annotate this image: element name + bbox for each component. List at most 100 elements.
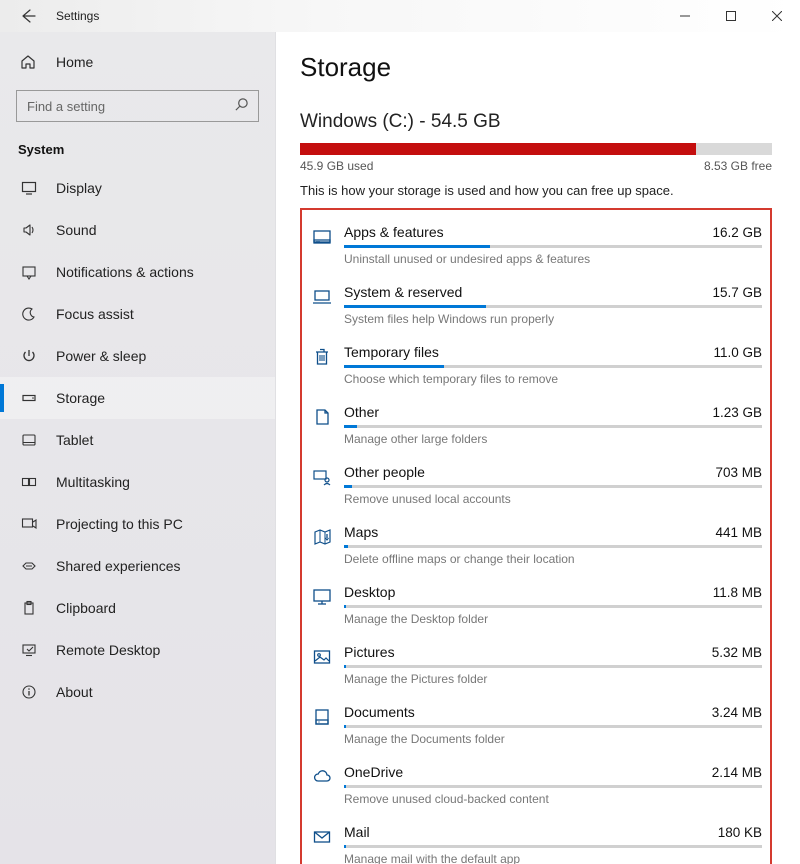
- close-button[interactable]: [754, 0, 800, 32]
- category-desc: Remove unused local accounts: [344, 492, 762, 506]
- category-temporary-files[interactable]: Temporary files11.0 GBChoose which tempo…: [308, 334, 762, 394]
- category-name: Mail: [344, 824, 370, 840]
- category-name: OneDrive: [344, 764, 403, 780]
- clipboard-icon: [20, 600, 38, 616]
- close-icon: [772, 11, 782, 21]
- back-button[interactable]: [14, 2, 42, 30]
- category-bar: [344, 665, 762, 668]
- category-name: Temporary files: [344, 344, 439, 360]
- settings-window: Settings Home: [0, 0, 800, 864]
- nav-list: Display Sound Notifications & actions Focus…: [0, 167, 275, 713]
- category-bar: [344, 845, 762, 848]
- category-bar: [344, 425, 762, 428]
- home-icon: [20, 54, 38, 70]
- category-name: Apps & features: [344, 224, 444, 240]
- category-bar-fill: [344, 545, 348, 548]
- category-onedrive[interactable]: OneDrive2.14 MBRemove unused cloud-backe…: [308, 754, 762, 814]
- category-body: Other 1.23 GB Manage other large folders: [336, 404, 762, 446]
- mail-icon: [308, 826, 336, 848]
- category-name: System & reserved: [344, 284, 462, 300]
- sidebar-item-notifications-actions[interactable]: Notifications & actions: [0, 251, 275, 293]
- other-icon: [308, 406, 336, 428]
- sidebar-section-label: System: [0, 136, 275, 167]
- sound-icon: [20, 222, 38, 238]
- category-other[interactable]: Other 1.23 GB Manage other large folders: [308, 394, 762, 454]
- notifications-icon: [20, 264, 38, 280]
- sidebar-item-about[interactable]: About: [0, 671, 275, 713]
- category-pictures[interactable]: Pictures5.32 MBManage the Pictures folde…: [308, 634, 762, 694]
- category-bar: [344, 365, 762, 368]
- sidebar-item-multitasking[interactable]: Multitasking: [0, 461, 275, 503]
- search-icon: [234, 97, 249, 112]
- map-icon: [308, 526, 336, 548]
- category-size: 16.2 GB: [712, 225, 762, 240]
- back-arrow-icon: [20, 8, 36, 24]
- sidebar-item-label: Storage: [56, 390, 105, 406]
- shared-icon: [20, 558, 38, 574]
- category-bar: [344, 725, 762, 728]
- category-desc: Manage mail with the default app: [344, 852, 762, 864]
- category-documents[interactable]: Documents3.24 MBManage the Documents fol…: [308, 694, 762, 754]
- sidebar-item-sound[interactable]: Sound: [0, 209, 275, 251]
- category-desktop[interactable]: Desktop 11.8 MB Manage the Desktop folder: [308, 574, 762, 634]
- category-desc: Manage the Desktop folder: [344, 612, 762, 626]
- sidebar-item-shared-experiences[interactable]: Shared experiences: [0, 545, 275, 587]
- category-size: 1.23 GB: [712, 405, 762, 420]
- search-input[interactable]: [16, 90, 259, 122]
- people-icon: [308, 466, 336, 488]
- category-bar-fill: [344, 485, 352, 488]
- category-bar-fill: [344, 725, 346, 728]
- category-name: Desktop: [344, 584, 395, 600]
- category-name: Other: [344, 404, 379, 420]
- sidebar-item-power-sleep[interactable]: Power & sleep: [0, 335, 275, 377]
- window-title: Settings: [56, 9, 99, 23]
- category-bar-fill: [344, 245, 490, 248]
- category-other-people[interactable]: Other people703 MBRemove unused local ac…: [308, 454, 762, 514]
- category-bar-fill: [344, 785, 346, 788]
- category-desc: Delete offline maps or change their loca…: [344, 552, 762, 566]
- category-apps-features[interactable]: Apps & features16.2 GBUninstall unused o…: [308, 214, 762, 274]
- search-box: [16, 90, 259, 122]
- sidebar-item-label: Notifications & actions: [56, 264, 194, 280]
- category-bar: [344, 245, 762, 248]
- category-bar-fill: [344, 365, 444, 368]
- category-desc: Manage the Documents folder: [344, 732, 762, 746]
- category-system-reserved[interactable]: System & reserved15.7 GBSystem files hel…: [308, 274, 762, 334]
- minimize-button[interactable]: [662, 0, 708, 32]
- sidebar-item-projecting-to-this-pc[interactable]: Projecting to this PC: [0, 503, 275, 545]
- category-bar: [344, 605, 762, 608]
- sidebar-item-label: Display: [56, 180, 102, 196]
- display-icon: [20, 180, 38, 196]
- sidebar-item-tablet[interactable]: Tablet: [0, 419, 275, 461]
- sidebar-item-focus-assist[interactable]: Focus assist: [0, 293, 275, 335]
- category-body: Apps & features16.2 GBUninstall unused o…: [336, 224, 762, 266]
- sidebar-item-display[interactable]: Display: [0, 167, 275, 209]
- main-panel: Storage Windows (C:) - 54.5 GB 45.9 GB u…: [276, 32, 800, 864]
- home-link[interactable]: Home: [0, 44, 275, 80]
- titlebar: Settings: [0, 0, 800, 32]
- page-title: Storage: [300, 52, 772, 83]
- category-desc: Manage the Pictures folder: [344, 672, 762, 686]
- category-desc: Manage other large folders: [344, 432, 762, 446]
- multitask-icon: [20, 474, 38, 490]
- drive-title: Windows (C:) - 54.5 GB: [300, 111, 772, 133]
- sidebar-item-label: Remote Desktop: [56, 642, 160, 658]
- category-name: Pictures: [344, 644, 395, 660]
- drive-free-label: 8.53 GB free: [704, 159, 772, 173]
- category-maps[interactable]: Maps441 MBDelete offline maps or change …: [308, 514, 762, 574]
- category-mail[interactable]: Mail 180 KB Manage mail with the default a…: [308, 814, 762, 864]
- sidebar-item-remote-desktop[interactable]: Remote Desktop: [0, 629, 275, 671]
- sidebar-item-clipboard[interactable]: Clipboard: [0, 587, 275, 629]
- sidebar-item-storage[interactable]: Storage: [0, 377, 275, 419]
- category-size: 180 KB: [718, 825, 762, 840]
- category-body: Temporary files11.0 GBChoose which tempo…: [336, 344, 762, 386]
- category-body: Maps441 MBDelete offline maps or change …: [336, 524, 762, 566]
- category-size: 11.8 MB: [713, 585, 762, 600]
- category-size: 3.24 MB: [712, 705, 762, 720]
- category-bar: [344, 305, 762, 308]
- category-body: OneDrive2.14 MBRemove unused cloud-backe…: [336, 764, 762, 806]
- category-bar-fill: [344, 305, 486, 308]
- category-size: 11.0 GB: [713, 345, 762, 360]
- trash-icon: [308, 346, 336, 368]
- maximize-button[interactable]: [708, 0, 754, 32]
